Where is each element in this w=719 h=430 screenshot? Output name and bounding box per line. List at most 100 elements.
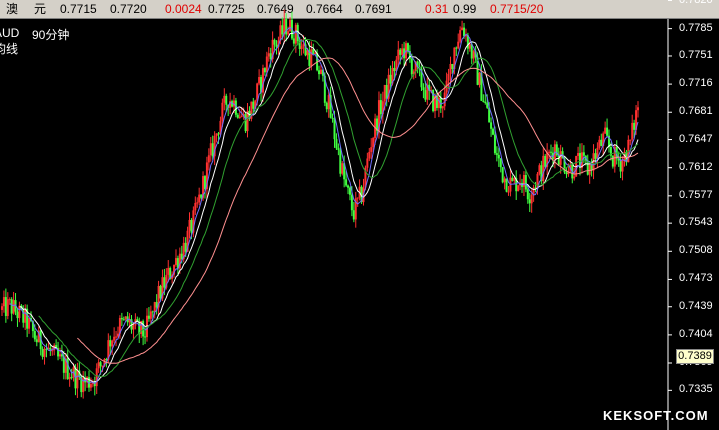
candle-body	[486, 103, 489, 108]
candle-body	[499, 158, 502, 168]
chart-period: 90分钟	[32, 28, 70, 42]
y-tick-label: 0.7785	[679, 21, 713, 34]
candle-body	[468, 44, 471, 49]
candle-body	[461, 27, 464, 31]
candle-body	[238, 116, 241, 118]
candle-body	[28, 318, 31, 329]
candle-body	[505, 178, 508, 192]
candle-body	[401, 48, 404, 55]
candle-body	[76, 370, 79, 389]
candle-body	[544, 155, 547, 167]
candle-body	[267, 53, 270, 57]
candle-body	[33, 331, 36, 340]
candle-body	[207, 155, 210, 163]
candle-body	[8, 299, 11, 301]
candle-body	[389, 74, 392, 84]
candle-body	[149, 311, 152, 319]
chart-symbol: AUD	[0, 26, 20, 40]
candle-body	[273, 39, 276, 45]
candle-body	[120, 317, 123, 320]
candle-body	[550, 151, 553, 153]
candle-body	[482, 100, 485, 102]
candle-body	[225, 95, 228, 105]
candle-body	[352, 210, 355, 220]
candle-body	[341, 163, 344, 174]
candle-body	[95, 368, 98, 387]
candle-body	[631, 122, 634, 140]
candle-body	[294, 24, 297, 44]
candle-body	[356, 197, 359, 199]
y-tick-label: 0.7751	[679, 48, 713, 61]
candle-body	[159, 285, 162, 299]
candle-body	[289, 19, 292, 32]
candle-body	[16, 311, 19, 319]
candle-body	[335, 139, 338, 149]
chart-window: 澳 元 0.7715 0.7720 0.0024 0.7725 0.7649 0…	[0, 0, 719, 430]
candle-body	[370, 147, 373, 152]
candle-body	[526, 189, 529, 200]
candle-body	[263, 68, 266, 73]
candle-body	[188, 219, 191, 231]
candle-body	[522, 175, 525, 187]
candle-body	[559, 151, 562, 165]
candle-body	[339, 149, 342, 174]
y-tick-label: 0.7681	[679, 105, 713, 118]
candle-body	[109, 340, 112, 347]
candle-body	[70, 377, 73, 379]
candle-body	[333, 118, 336, 140]
candle-body	[209, 143, 212, 156]
candle-body	[406, 43, 409, 51]
candle-body	[244, 114, 247, 132]
candle-body	[147, 315, 150, 319]
candle-body	[310, 49, 313, 66]
candle-body	[507, 191, 510, 193]
candle-body	[379, 100, 382, 115]
candle-body	[153, 302, 156, 313]
candle-body	[345, 179, 348, 186]
chart-indicator: 均线	[0, 42, 19, 56]
price-chart	[1, 0, 672, 430]
ma-line-0	[19, 30, 639, 383]
candle-body	[449, 63, 452, 74]
candle-body	[151, 311, 154, 313]
candle-body	[4, 297, 7, 316]
candle-body	[89, 384, 92, 388]
candles	[1, 9, 639, 399]
candle-body	[455, 47, 458, 49]
candle-body	[279, 25, 282, 41]
y-tick-label: 0.7335	[679, 383, 713, 396]
candle-body	[2, 297, 5, 307]
candle-body	[18, 305, 21, 319]
candle-body	[633, 122, 636, 130]
candle-body	[637, 107, 639, 111]
candle-body	[393, 67, 396, 72]
candle-body	[594, 153, 597, 159]
candle-body	[319, 69, 322, 75]
candle-body	[497, 154, 500, 159]
candle-body	[565, 172, 568, 175]
candle-body	[348, 187, 351, 195]
y-tick-label: 0.7612	[679, 160, 713, 173]
candle-body	[350, 194, 353, 211]
candle-body	[223, 95, 226, 103]
candle-body	[122, 319, 125, 321]
candle-body	[588, 163, 591, 175]
candle-body	[621, 160, 624, 172]
y-tick-label: 0.7404	[679, 327, 713, 340]
candle-body	[211, 143, 214, 157]
candle-body	[619, 160, 622, 172]
y-tick-label: 0.7647	[679, 132, 713, 145]
candle-body	[196, 202, 199, 204]
candle-body	[68, 377, 71, 380]
candle-body	[383, 84, 386, 102]
candle-body	[198, 194, 201, 203]
candle-body	[99, 362, 102, 367]
candle-body	[236, 114, 239, 118]
candle-body	[548, 151, 551, 153]
candle-body	[58, 354, 61, 357]
candle-body	[174, 258, 177, 265]
y-tick-label: 0.7508	[679, 244, 713, 257]
candle-body	[163, 277, 166, 288]
candle-body	[598, 139, 601, 148]
candle-body	[457, 41, 460, 49]
